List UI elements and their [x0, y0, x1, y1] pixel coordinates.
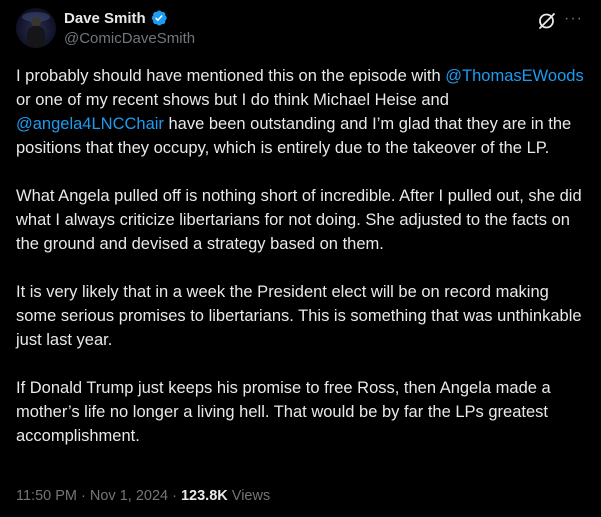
verified-badge-icon[interactable] — [150, 9, 168, 27]
tweet-paragraph-2: What Angela pulled off is nothing short … — [16, 187, 582, 253]
tweet-paragraph-1: I probably should have mentioned this on… — [16, 64, 584, 160]
avatar[interactable] — [16, 8, 56, 48]
tweet-paragraph-4: If Donald Trump just keeps his promise t… — [16, 379, 551, 445]
author-handle[interactable]: @ComicDaveSmith — [64, 30, 195, 47]
more-options-icon[interactable]: ··· — [564, 9, 582, 29]
tweet-paragraph-3: It is very likely that in a week the Pre… — [16, 283, 582, 349]
views-label: Views — [227, 488, 271, 504]
mention-link-thomasewoods[interactable]: @ThomasEWoods — [445, 67, 583, 85]
meta-separator: · — [77, 488, 90, 504]
tweet-time[interactable]: 11:50 PM — [16, 488, 77, 504]
author-display-name[interactable]: Dave Smith — [64, 10, 146, 27]
views-count[interactable]: 123.8K — [181, 488, 228, 504]
tweet-date[interactable]: Nov 1, 2024 — [90, 488, 168, 504]
mention-link-angela4lncchair[interactable]: @angela4LNCChair — [16, 115, 164, 133]
avatar-body — [27, 26, 45, 48]
tweet-text: I probably should have mentioned this on… — [16, 64, 584, 472]
author-name-row: Dave Smith — [64, 9, 168, 27]
tweet-text-segment: or one of my recent shows but I do think… — [16, 91, 449, 109]
tweet-text-segment: I probably should have mentioned this on… — [16, 67, 446, 85]
tweet-metadata: 11:50 PM · Nov 1, 2024 · 123.8K Views — [16, 488, 270, 504]
grok-icon[interactable] — [537, 11, 557, 31]
meta-separator: · — [168, 488, 181, 504]
tweet: Dave Smith @ComicDaveSmith ··· I probabl… — [0, 0, 601, 517]
